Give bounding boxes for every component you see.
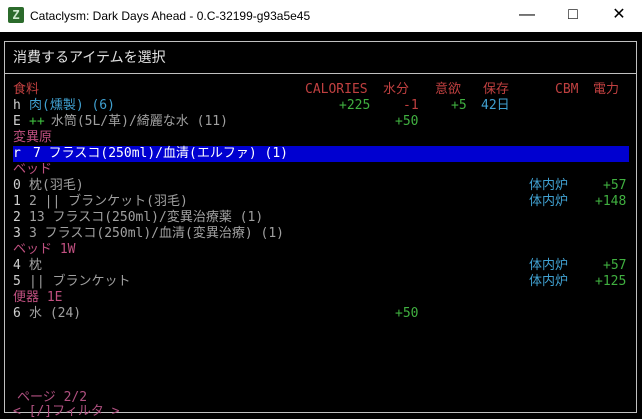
list-item[interactable]: 5 || ブランケット 体内炉 +125 (5, 274, 636, 290)
col-water: 水分 (383, 82, 410, 97)
list-item[interactable]: 2 13 フラスコ(250ml)/変異治療薬 (1) (5, 210, 636, 226)
maximize-button[interactable]: □ (550, 0, 596, 32)
col-power: 電力 (593, 82, 620, 97)
column-header: 食料 CALORIES 水分 意欲 保存 CBM 電力 (5, 82, 636, 98)
consume-menu: 消費するアイテムを選択 食料 CALORIES 水分 意欲 保存 CBM 電力 … (4, 41, 637, 419)
game-client: 消費するアイテムを選択 食料 CALORIES 水分 意欲 保存 CBM 電力 … (0, 32, 642, 419)
minimize-button[interactable]: — (504, 0, 550, 32)
filter-button[interactable]: < [/]フィルタ > (13, 400, 120, 419)
col-cbm: CBM (555, 82, 579, 97)
col-calories: CALORIES (305, 82, 368, 97)
list-item[interactable]: 3 3 フラスコ(250ml)/血清(変異治療) (1) (5, 226, 636, 242)
category-food: 食料 (13, 82, 40, 97)
col-preserve: 保存 (483, 82, 510, 97)
category-bed-1w: ベッド 1W (13, 242, 76, 257)
category-mutagen: 変異原 (13, 130, 53, 145)
app-icon: Z (8, 7, 24, 23)
list-item[interactable]: E ++ 水筒(5L/革)/綺麗な水 (11) +50 (5, 114, 636, 130)
menu-title: 消費するアイテムを選択 (13, 50, 166, 66)
window-titlebar: Z Cataclysm: Dark Days Ahead - 0.C-32199… (0, 0, 642, 32)
list-item[interactable]: 1 2 || ブランケット(羽毛) 体内炉 +148 (5, 194, 636, 210)
list-item[interactable]: 4 枕 体内炉 +57 (5, 258, 636, 274)
category-bed: ベッド (13, 162, 53, 177)
list-item[interactable]: 6 水 (24) +50 (5, 306, 636, 322)
close-button[interactable]: ✕ (596, 0, 642, 32)
window-title: Cataclysm: Dark Days Ahead - 0.C-32199-g… (30, 9, 311, 23)
col-appetite: 意欲 (435, 82, 462, 97)
list-item-selected[interactable]: r 7 フラスコ(250ml)/血清(エルファ) (1) (13, 146, 629, 162)
list-item[interactable]: 0 枕(羽毛) 体内炉 +57 (5, 178, 636, 194)
category-toilet: 便器 1E (13, 290, 63, 305)
header-divider (5, 73, 636, 74)
list-item[interactable]: h 肉(燻製) (6) +225 -1 +5 42日 (5, 98, 636, 114)
